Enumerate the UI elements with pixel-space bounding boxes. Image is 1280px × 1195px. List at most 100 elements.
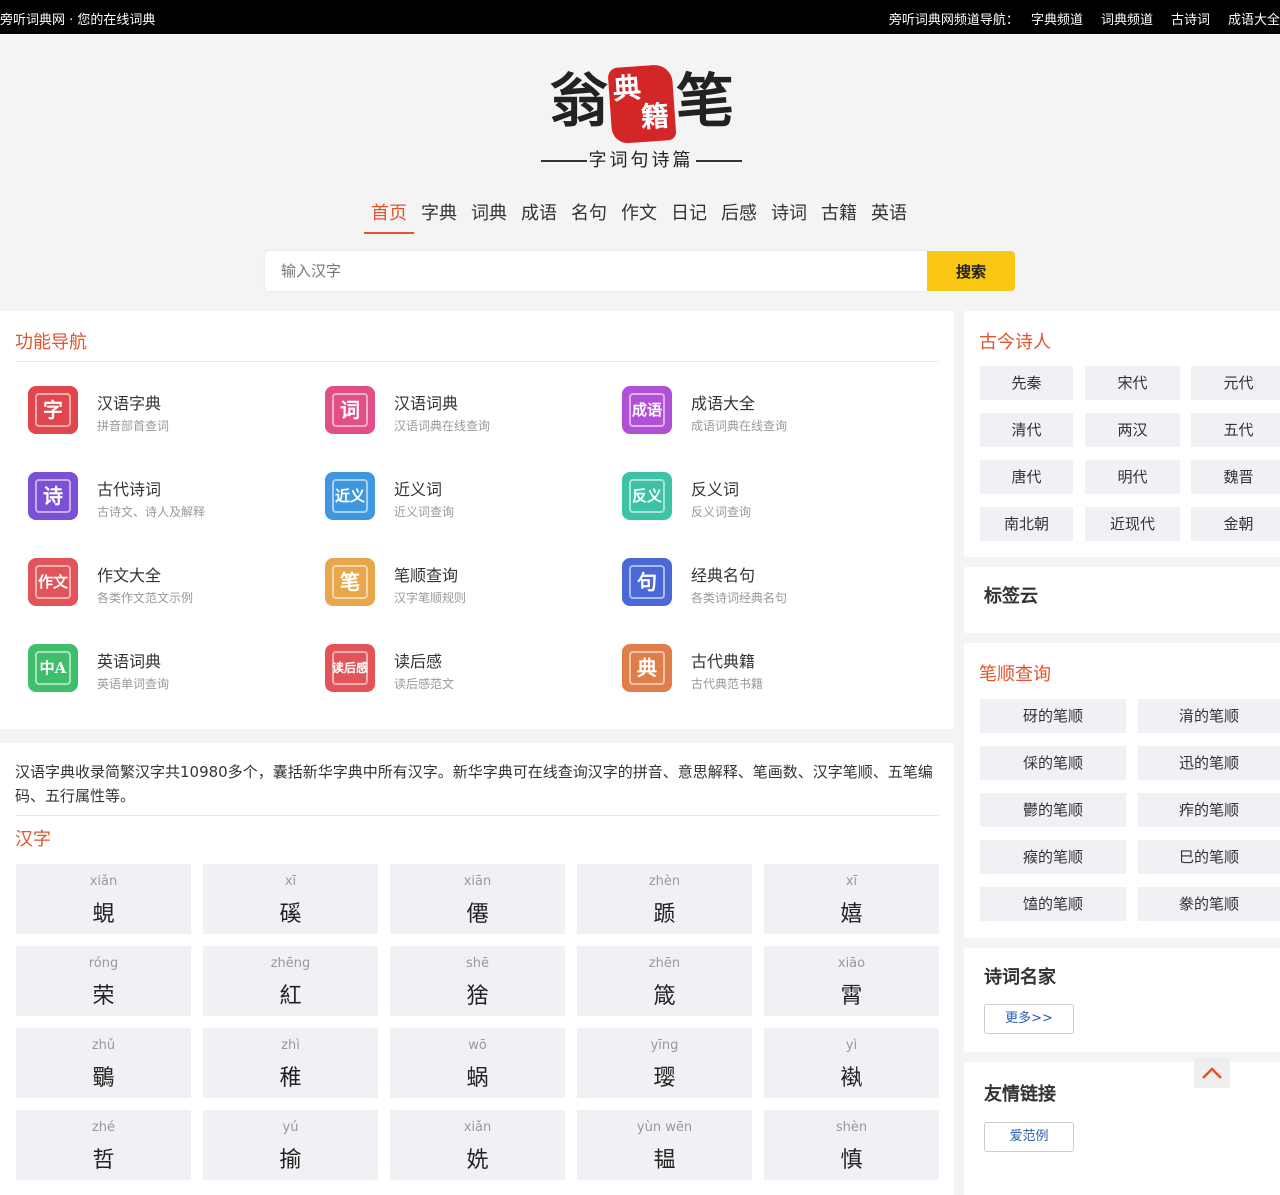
nav-yingyu[interactable]: 英语 (864, 202, 914, 234)
hanzi-card[interactable]: shē 猞 (390, 946, 565, 1016)
hanzi-char: 僊 (466, 902, 489, 927)
nav-guji[interactable]: 古籍 (814, 202, 864, 234)
friend-links-panel: 友情链接 爱范例 (964, 1062, 1280, 1195)
friend-links-title: 友情链接 (984, 1084, 1056, 1105)
hanzi-char: 蜆 (92, 902, 115, 927)
function-nav-item[interactable]: 近义 近义词 近义词查询 (312, 472, 602, 532)
poet-era-tag[interactable]: 宋代 (1085, 366, 1180, 400)
stroke-order-link[interactable]: 迅的笔顺 (1138, 746, 1280, 780)
hanzi-card[interactable]: wō 蜗 (390, 1028, 565, 1098)
stroke-order-link[interactable]: 馌的笔顺 (980, 887, 1126, 921)
poet-era-tag[interactable]: 明代 (1085, 460, 1180, 494)
channel-link-zidian[interactable]: 字典频道 (1031, 13, 1083, 28)
channel-link-gushici[interactable]: 古诗词 (1171, 13, 1210, 28)
hanzi-card[interactable]: zhèn 踬 (577, 864, 752, 934)
nav-chengyu[interactable]: 成语 (514, 202, 564, 234)
function-nav-desc: 英语单词查询 (97, 677, 170, 691)
hanzi-card[interactable]: yú 揄 (203, 1110, 378, 1180)
hanzi-pinyin: xiǎn (89, 874, 118, 889)
hanzi-card[interactable]: róng 荣 (16, 946, 191, 1016)
poet-masters-panel: 诗词名家 更多>> (964, 948, 1280, 1052)
function-nav-item[interactable]: 诗古代诗词 古诗文、诗人及解释 (15, 472, 305, 532)
hanzi-card[interactable]: zhēng 紅 (203, 946, 378, 1016)
poet-era-tag[interactable]: 金朝 (1191, 507, 1280, 541)
hanzi-card[interactable]: xī 嬉 (764, 864, 939, 934)
nav-home[interactable]: 首页 (364, 202, 414, 234)
search-button[interactable]: 搜索 (927, 251, 1015, 291)
friend-link[interactable]: 爱范例 (984, 1122, 1074, 1152)
poet-era-tag[interactable]: 五代 (1191, 413, 1280, 447)
poet-era-tag[interactable]: 唐代 (980, 460, 1073, 494)
function-nav-desc: 成语词典在线查询 (691, 419, 788, 433)
nav-zidian[interactable]: 字典 (414, 202, 464, 234)
poet-era-tag[interactable]: 元代 (1191, 366, 1280, 400)
hanzi-card[interactable]: zhé 哲 (16, 1110, 191, 1180)
hanzi-card[interactable]: xiāo 霄 (764, 946, 939, 1016)
poet-era-tag[interactable]: 两汉 (1085, 413, 1180, 447)
hanzi-char: 稚 (279, 1066, 302, 1091)
poet-masters-more-button[interactable]: 更多>> (984, 1004, 1074, 1034)
stroke-order-link[interactable]: 豢的笔顺 (1138, 887, 1280, 921)
hanzi-char: 蜗 (466, 1066, 489, 1091)
hanzi-pinyin: shèn (835, 1120, 868, 1135)
function-nav-item[interactable]: 中A 英语词典 英语单词查询 (15, 644, 305, 704)
hanzi-char: 嬉 (840, 902, 863, 927)
function-nav-name: 读后感 (394, 652, 443, 671)
hanzi-char: 荣 (92, 984, 115, 1009)
stroke-order-title: 笔顺查询 (979, 664, 1051, 685)
poet-era-tag[interactable]: 近现代 (1085, 507, 1180, 541)
hanzi-card[interactable]: xiān 僊 (390, 864, 565, 934)
function-nav-item[interactable]: 词汉语词典 汉语词典在线查询 (312, 386, 602, 446)
hanzi-card[interactable]: zhì 稚 (203, 1028, 378, 1098)
channel-nav: 旁听词典网频道导航： 字典频道 词典频道 古诗词 成语大全 (889, 9, 1280, 28)
hanzi-card[interactable]: yì 褹 (764, 1028, 939, 1098)
search-bar: 搜索 (265, 251, 1015, 291)
stroke-order-link[interactable]: 痄的笔顺 (1138, 793, 1280, 827)
function-nav-item[interactable]: 读后感 读后感 读后感范文 (312, 644, 602, 704)
hanzi-card[interactable]: xiǎn 姺 (390, 1110, 565, 1180)
search-input[interactable] (265, 251, 927, 291)
hanzi-card[interactable]: shèn 慎 (764, 1110, 939, 1180)
hanzi-card[interactable]: xī 磎 (203, 864, 378, 934)
poet-era-tag[interactable]: 魏晋 (1191, 460, 1280, 494)
poet-era-tag[interactable]: 南北朝 (980, 507, 1073, 541)
hanzi-card[interactable]: zhǔ 鸀 (16, 1028, 191, 1098)
function-nav-item[interactable]: 字汉语字典 拼音部首查词 (15, 386, 305, 446)
function-nav-item[interactable]: 作文 作文大全 各类作文范文示例 (15, 558, 305, 618)
hanzi-card[interactable]: zhēn 箴 (577, 946, 752, 1016)
function-nav-item[interactable]: 笔笔顺查询 汉字笔顺规则 (312, 558, 602, 618)
channel-link-cidian[interactable]: 词典频道 (1101, 13, 1153, 28)
hanzi-char: 姺 (466, 1148, 489, 1173)
hanzi-card[interactable]: yīng 璎 (577, 1028, 752, 1098)
function-nav-icon: 成语 (622, 386, 672, 434)
stroke-order-link[interactable]: 瘊的笔顺 (980, 840, 1126, 874)
nav-cidian[interactable]: 词典 (464, 202, 514, 234)
stroke-order-link[interactable]: 湇的笔顺 (1138, 699, 1280, 733)
nav-hougan[interactable]: 后感 (714, 202, 764, 234)
hanzi-char: 璎 (653, 1066, 676, 1091)
stroke-order-link[interactable]: 巳的笔顺 (1138, 840, 1280, 874)
poet-era-tag[interactable]: 清代 (980, 413, 1073, 447)
function-nav-item[interactable]: 典古代典籍 古代典范书籍 (609, 644, 899, 704)
hanzi-card[interactable]: xiǎn 蜆 (16, 864, 191, 934)
function-nav-item[interactable]: 句经典名句 各类诗词经典名句 (609, 558, 899, 618)
back-to-top-button[interactable] (1194, 1058, 1230, 1088)
nav-zuowen[interactable]: 作文 (614, 202, 664, 234)
function-nav-name: 古代诗词 (97, 480, 162, 499)
site-logo[interactable]: 翁 典 籍 笔 字词句诗篇 (536, 63, 746, 174)
function-nav-item[interactable]: 成语 成语大全 成语词典在线查询 (609, 386, 899, 446)
nav-riji[interactable]: 日记 (664, 202, 714, 234)
divider (15, 815, 939, 816)
stroke-order-link[interactable]: 砑的笔顺 (980, 699, 1126, 733)
hanzi-char: 揄 (279, 1148, 302, 1173)
nav-shici[interactable]: 诗词 (764, 202, 814, 234)
hanzi-char: 猞 (466, 984, 489, 1009)
function-nav-desc: 古代典范书籍 (691, 677, 764, 691)
stroke-order-link[interactable]: 鬱的笔顺 (980, 793, 1126, 827)
nav-mingju[interactable]: 名句 (564, 202, 614, 234)
function-nav-item[interactable]: 反义 反义词 反义词查询 (609, 472, 899, 532)
channel-link-chengyu[interactable]: 成语大全 (1228, 13, 1280, 28)
poet-era-tag[interactable]: 先秦 (980, 366, 1073, 400)
hanzi-card[interactable]: yùn wēn 韫 (577, 1110, 752, 1180)
stroke-order-link[interactable]: 倸的笔顺 (980, 746, 1126, 780)
